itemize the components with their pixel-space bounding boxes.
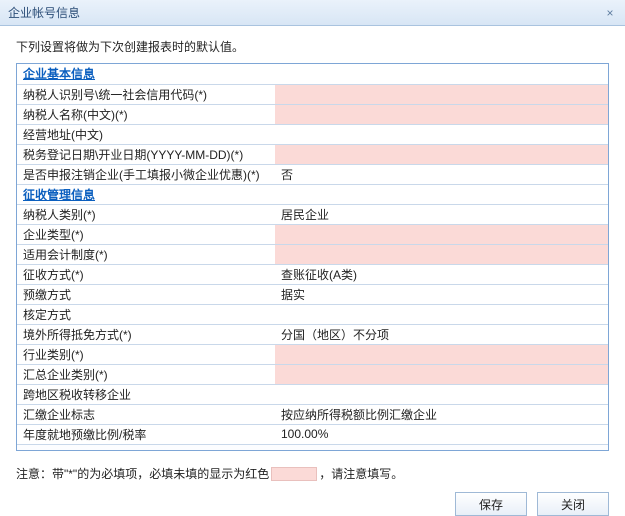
- field-value[interactable]: [275, 224, 608, 244]
- field-label: 汇缴企业标志: [17, 404, 275, 424]
- table-row: 核定方式: [17, 304, 608, 324]
- field-value[interactable]: 100.00%: [275, 424, 608, 444]
- field-label: 境外所得抵免方式(*): [17, 324, 275, 344]
- titlebar: 企业帐号信息 ×: [0, 0, 625, 26]
- table-row: 纳税人名称(中文)(*): [17, 104, 608, 124]
- table-row: 是否申报注销企业(手工填报小微企业优惠)(*)否: [17, 164, 608, 184]
- table-row: 跨地区税收转移企业: [17, 384, 608, 404]
- required-color-swatch: [271, 467, 317, 481]
- field-value[interactable]: [275, 104, 608, 124]
- table-row: 年度就地预缴比例/税率100.00%: [17, 424, 608, 444]
- table-row: 纳税人类别(*)居民企业: [17, 204, 608, 224]
- field-value[interactable]: 否: [275, 164, 608, 184]
- field-value[interactable]: [275, 244, 608, 264]
- field-label: 年度就地预缴比例/税率: [17, 424, 275, 444]
- field-value[interactable]: [275, 124, 608, 144]
- table-row: 汇总企业类别(*): [17, 364, 608, 384]
- form-panel: 企业基本信息纳税人识别号\统一社会信用代码(*)纳税人名称(中文)(*)经营地址…: [16, 63, 609, 451]
- section-header: 企业基本信息: [17, 64, 608, 84]
- table-row: 经营地址(中文): [17, 124, 608, 144]
- field-label: 纳税人识别号\统一社会信用代码(*): [17, 84, 275, 104]
- field-label: 是否申报注销企业(手工填报小微企业优惠)(*): [17, 164, 275, 184]
- dialog-body: 下列设置将做为下次创建报表时的默认值。 企业基本信息纳税人识别号\统一社会信用代…: [0, 26, 625, 482]
- field-value[interactable]: [275, 84, 608, 104]
- table-row: 纳税人识别号\统一社会信用代码(*): [17, 84, 608, 104]
- field-label: 核定方式: [17, 304, 275, 324]
- form-table: 企业基本信息纳税人识别号\统一社会信用代码(*)纳税人名称(中文)(*)经营地址…: [17, 64, 608, 445]
- field-value[interactable]: [275, 344, 608, 364]
- field-value[interactable]: 分国（地区）不分项: [275, 324, 608, 344]
- field-label: 企业类型(*): [17, 224, 275, 244]
- close-button[interactable]: 关闭: [537, 492, 609, 516]
- field-value[interactable]: [275, 384, 608, 404]
- field-value[interactable]: 查账征收(A类): [275, 264, 608, 284]
- field-label: 纳税人名称(中文)(*): [17, 104, 275, 124]
- field-value[interactable]: 据实: [275, 284, 608, 304]
- field-value[interactable]: 按应纳所得税额比例汇缴企业: [275, 404, 608, 424]
- field-label: 预缴方式: [17, 284, 275, 304]
- table-row: 企业类型(*): [17, 224, 608, 244]
- field-label: 跨地区税收转移企业: [17, 384, 275, 404]
- field-label: 经营地址(中文): [17, 124, 275, 144]
- field-value[interactable]: 居民企业: [275, 204, 608, 224]
- close-icon[interactable]: ×: [601, 4, 619, 22]
- field-label: 税务登记日期\开业日期(YYYY-MM-DD)(*): [17, 144, 275, 164]
- table-row: 适用会计制度(*): [17, 244, 608, 264]
- save-button[interactable]: 保存: [455, 492, 527, 516]
- field-label: 行业类别(*): [17, 344, 275, 364]
- field-label: 征收方式(*): [17, 264, 275, 284]
- footnote-suffix: ，请注意填写。: [319, 465, 403, 482]
- button-bar: 保存 关闭: [0, 482, 625, 516]
- field-value[interactable]: [275, 304, 608, 324]
- footnote-prefix: 注意：带"*"的为必填项，必填未填的显示为红色: [16, 465, 269, 482]
- section-header: 征收管理信息: [17, 184, 608, 204]
- field-value[interactable]: [275, 144, 608, 164]
- footnote: 注意：带"*"的为必填项，必填未填的显示为红色 ，请注意填写。: [16, 465, 609, 482]
- field-value[interactable]: [275, 364, 608, 384]
- table-row: 税务登记日期\开业日期(YYYY-MM-DD)(*): [17, 144, 608, 164]
- table-row: 境外所得抵免方式(*)分国（地区）不分项: [17, 324, 608, 344]
- intro-text: 下列设置将做为下次创建报表时的默认值。: [16, 38, 609, 55]
- table-row: 征收方式(*)查账征收(A类): [17, 264, 608, 284]
- window-title: 企业帐号信息: [8, 4, 80, 21]
- field-label: 汇总企业类别(*): [17, 364, 275, 384]
- table-row: 汇缴企业标志按应纳所得税额比例汇缴企业: [17, 404, 608, 424]
- table-row: 预缴方式据实: [17, 284, 608, 304]
- field-label: 纳税人类别(*): [17, 204, 275, 224]
- field-label: 适用会计制度(*): [17, 244, 275, 264]
- table-row: 行业类别(*): [17, 344, 608, 364]
